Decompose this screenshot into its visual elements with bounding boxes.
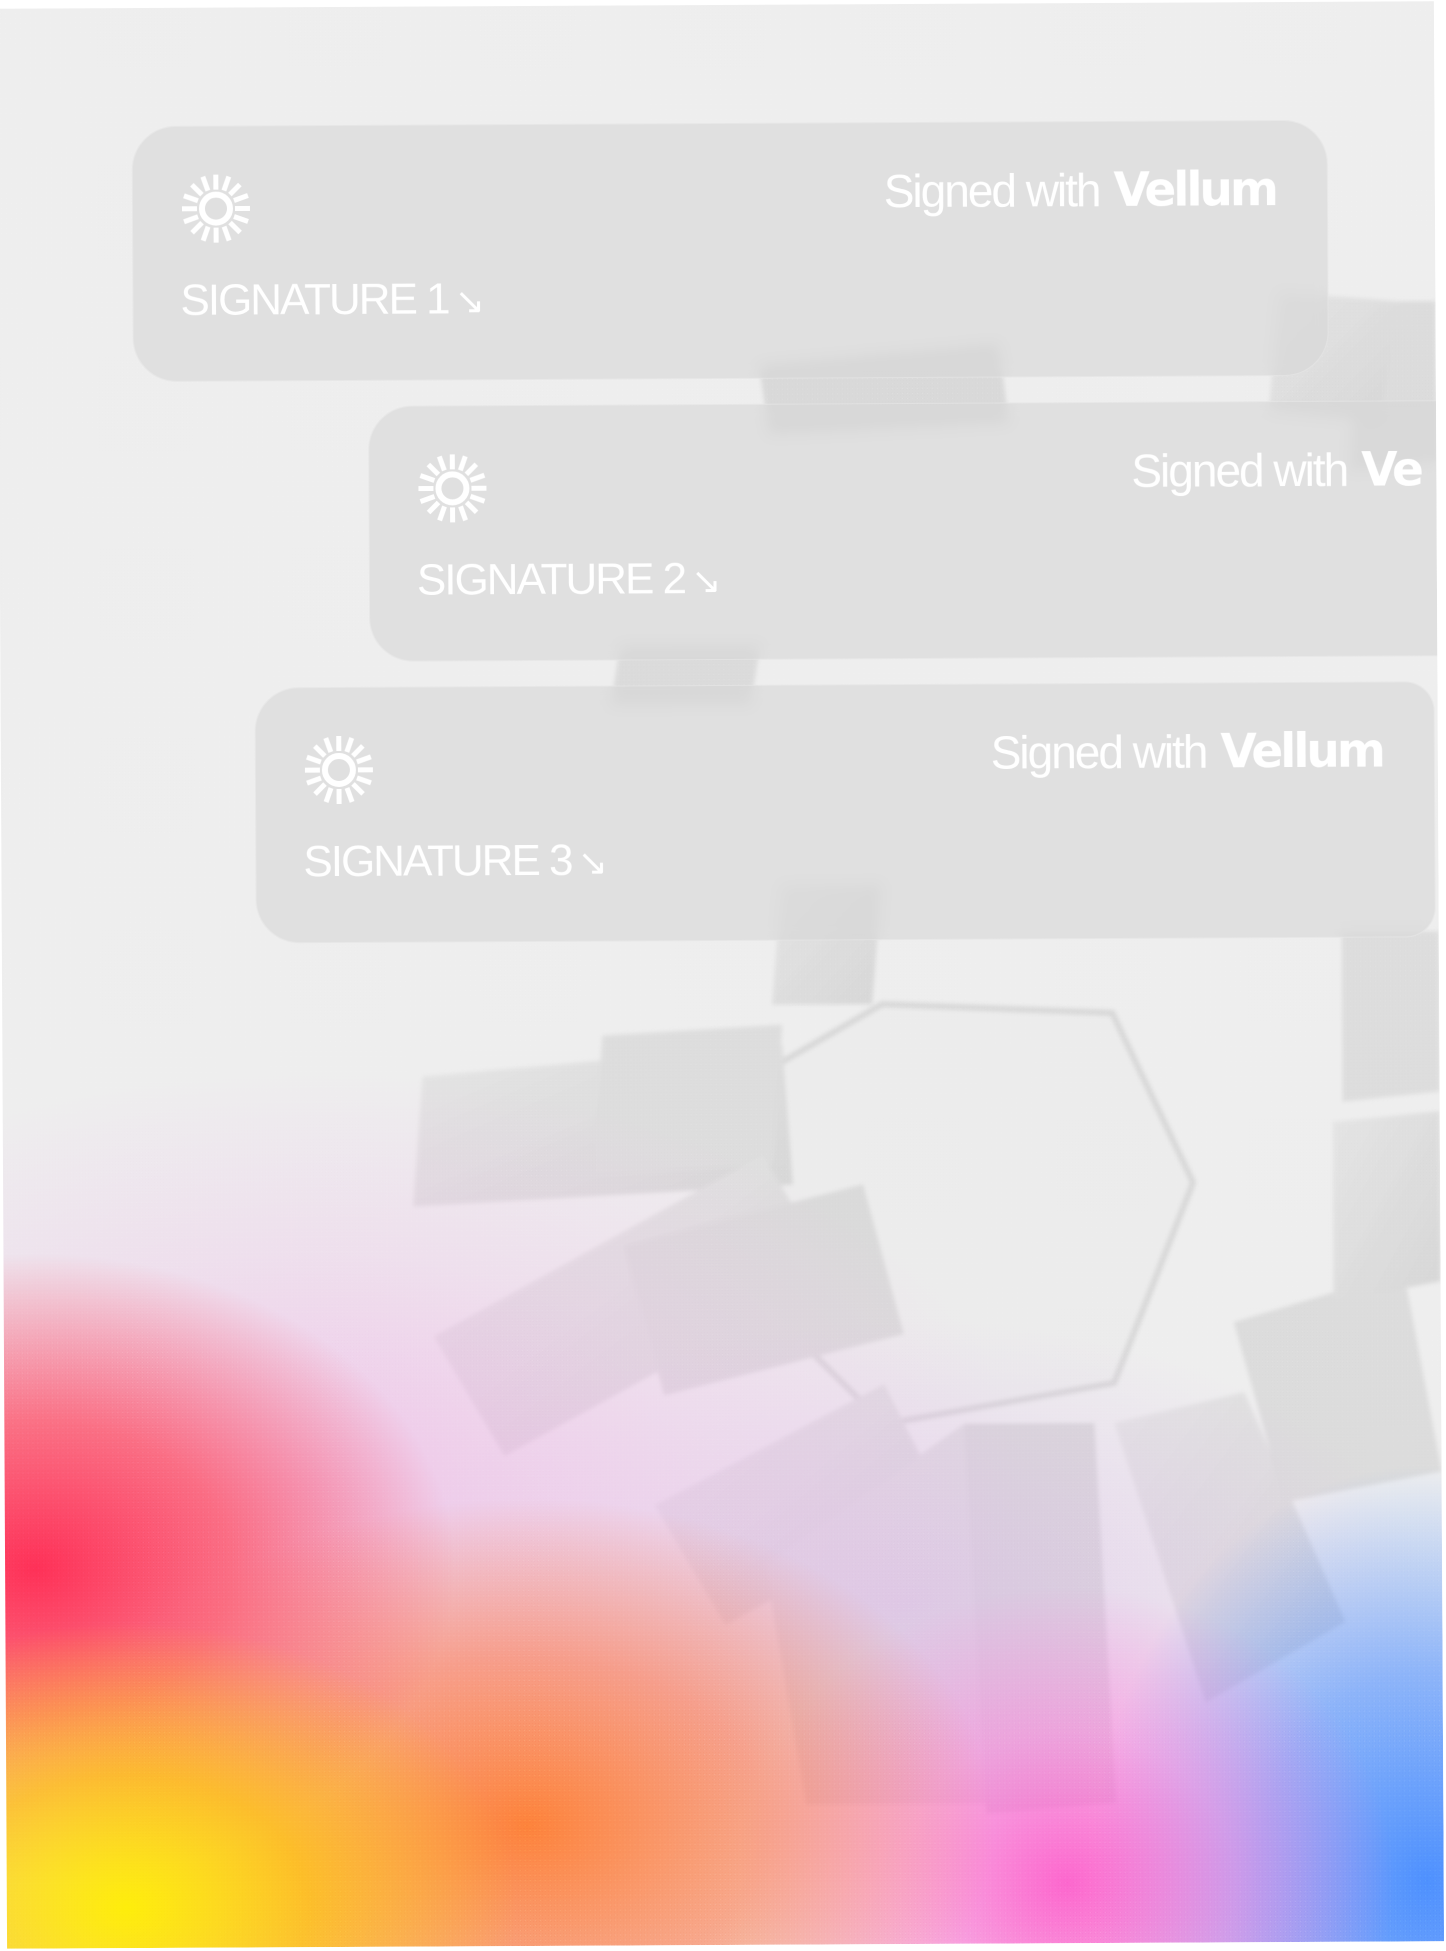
sunburst-icon (304, 735, 373, 805)
arrow-down-right-icon: ↘ (690, 560, 722, 603)
signature-card-3[interactable]: Signed with Vellum SIGNATURE 3 ↘ (254, 681, 1436, 944)
sunburst-icon (181, 174, 250, 243)
sunburst-icon (418, 454, 487, 523)
arrow-down-right-icon: ↘ (577, 842, 608, 884)
signed-with-label: Signed with Ve (1131, 442, 1421, 499)
signed-with-label: Signed with Vellum (884, 162, 1276, 219)
signature-title: SIGNATURE 2 (416, 554, 686, 605)
brand-logo: Vellum (1113, 162, 1277, 218)
signed-text: Signed with (990, 725, 1207, 779)
arrow-down-right-icon: ↘ (454, 281, 485, 323)
brand-logo: Vellum (1220, 723, 1383, 780)
page: Signed with Vellum SIGNATURE 1 ↘ Signed … (0, 0, 1446, 1951)
signed-text: Signed with (1131, 443, 1348, 497)
signature-card-1[interactable]: Signed with Vellum SIGNATURE 1 ↘ (131, 119, 1329, 383)
signature-title: SIGNATURE 1 (180, 274, 449, 325)
signature-label[interactable]: SIGNATURE 1 ↘ (180, 274, 485, 326)
poster: Signed with Vellum SIGNATURE 1 ↘ Signed … (0, 1, 1445, 1949)
signed-text: Signed with (883, 164, 1100, 218)
brand-logo: Ve (1361, 442, 1422, 498)
signature-label[interactable]: SIGNATURE 2 ↘ (417, 554, 722, 606)
signed-with-label: Signed with Vellum (991, 724, 1383, 781)
signature-label[interactable]: SIGNATURE 3 ↘ (303, 836, 608, 888)
signature-card-2[interactable]: Signed with Ve SIGNATURE 2 ↘ (368, 399, 1445, 662)
signature-title: SIGNATURE 3 (303, 835, 572, 887)
